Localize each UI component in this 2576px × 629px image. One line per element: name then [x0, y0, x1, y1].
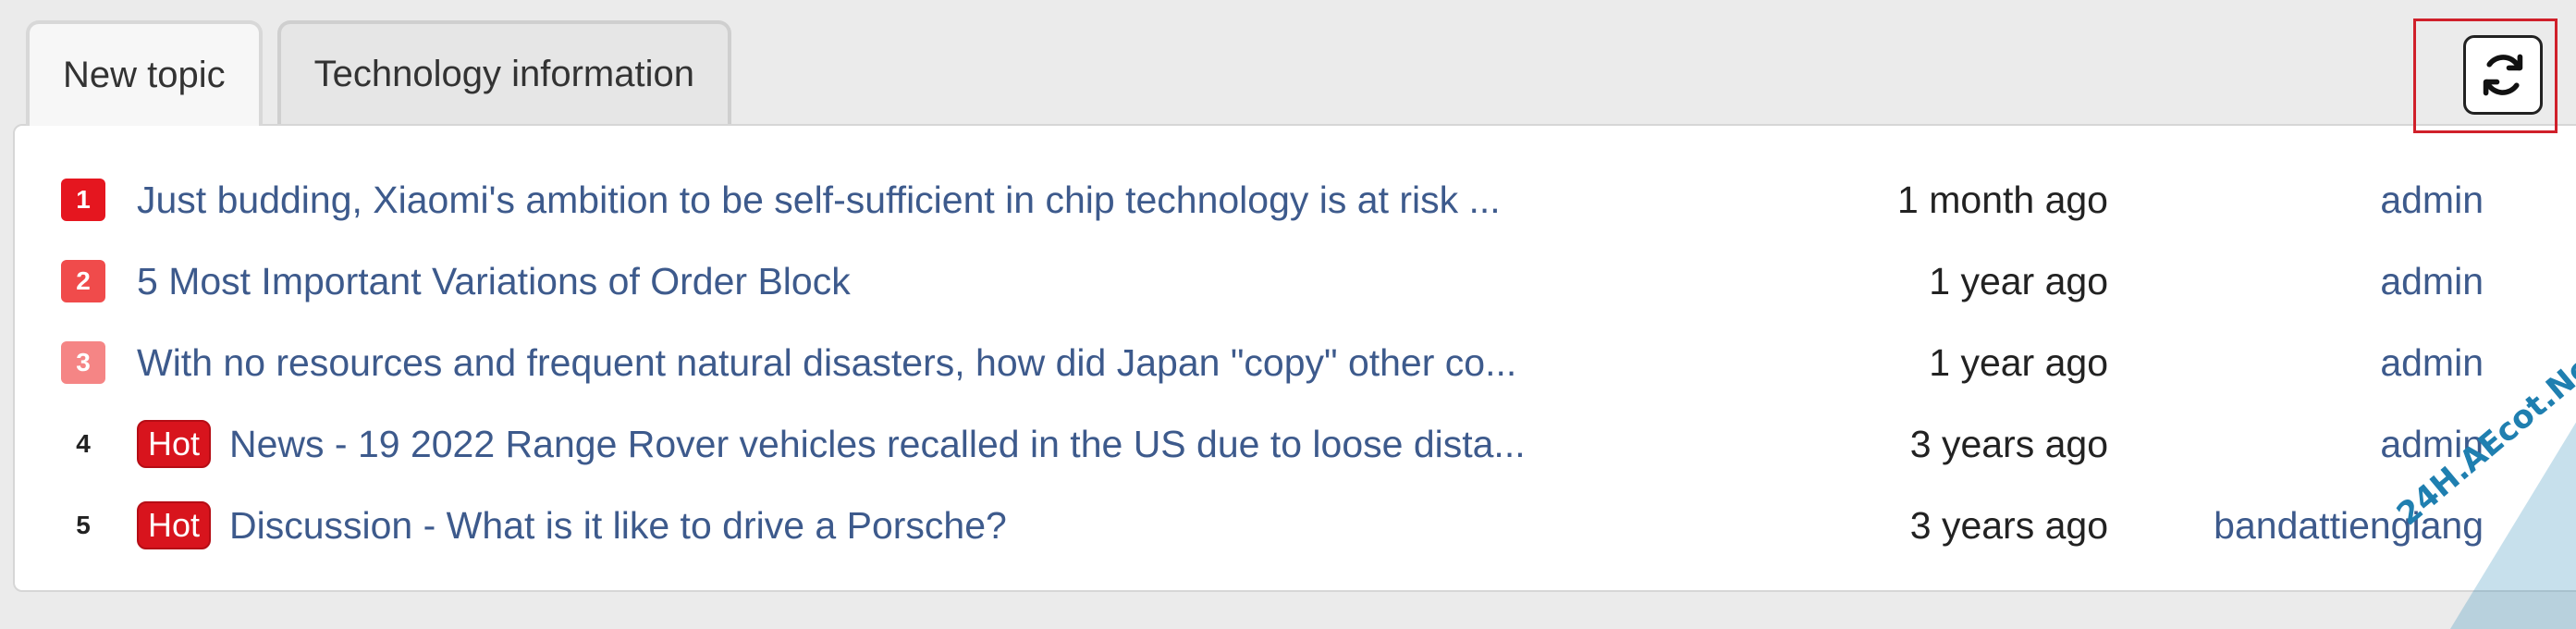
topic-row: 3 With no resources and frequent natural…	[61, 326, 2484, 407]
topic-time: 3 years ago	[1909, 504, 2108, 547]
topic-row: 5 Hot Discussion - What is it like to dr…	[61, 488, 2484, 570]
topic-time: 1 year ago	[1929, 260, 2108, 302]
rank-number: 4	[76, 429, 91, 458]
topic-row: 1 Just budding, Xiaomi's ambition to be …	[61, 163, 2484, 244]
topic-title-link[interactable]: News - 19 2022 Range Rover vehicles reca…	[229, 418, 1653, 470]
rank-badge: 3	[61, 341, 105, 384]
tab-new-topic[interactable]: New topic	[26, 20, 263, 126]
topic-row: 4 Hot News - 19 2022 Range Rover vehicle…	[61, 407, 2484, 488]
tab-bar: New topic Technology information	[26, 20, 731, 126]
topic-title-link[interactable]: With no resources and frequent natural d…	[137, 337, 1672, 388]
refresh-icon	[2483, 54, 2523, 96]
topic-author-link[interactable]: admin	[2380, 174, 2484, 226]
topic-row: 2 5 Most Important Variations of Order B…	[61, 244, 2484, 326]
topic-title-link[interactable]: Just budding, Xiaomi's ambition to be se…	[137, 174, 1672, 226]
topic-list: 1 Just budding, Xiaomi's ambition to be …	[61, 163, 2484, 570]
topic-time: 1 year ago	[1929, 341, 2108, 384]
refresh-button[interactable]	[2463, 35, 2543, 115]
rank-badge: 1	[61, 179, 105, 221]
rank-badge: 2	[61, 260, 105, 302]
hot-badge: Hot	[137, 420, 212, 468]
topic-time: 1 month ago	[1897, 179, 2108, 221]
topic-title-link[interactable]: Discussion - What is it like to drive a …	[229, 500, 1653, 551]
rank-number: 5	[76, 511, 91, 539]
tab-technology-information[interactable]: Technology information	[276, 20, 731, 124]
hot-badge: Hot	[137, 501, 212, 549]
topic-author-link[interactable]: admin	[2380, 337, 2484, 388]
topic-author-link[interactable]: admin	[2380, 255, 2484, 307]
topic-title-link[interactable]: 5 Most Important Variations of Order Blo…	[137, 255, 1672, 307]
topic-time: 3 years ago	[1909, 423, 2108, 465]
